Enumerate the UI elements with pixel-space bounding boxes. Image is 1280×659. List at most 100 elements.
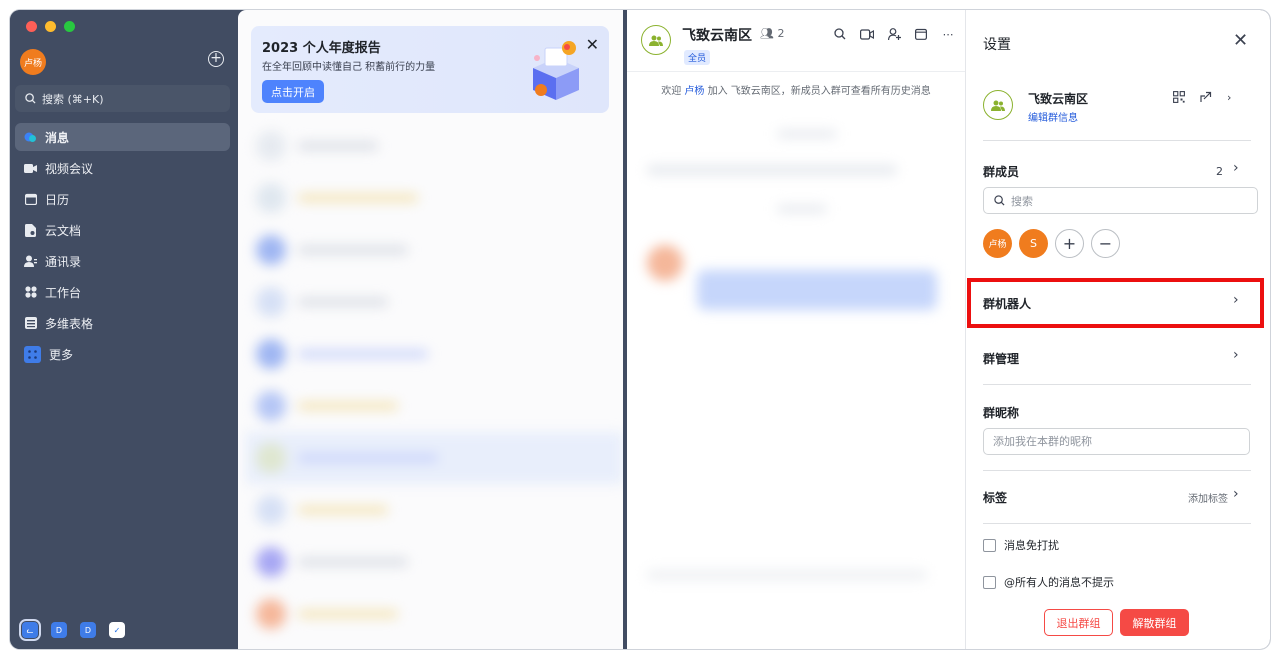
sidebar: 卢杨 + 搜索 (⌘+K) 消息 视频会议 日历 云文档 通讯录 工作台 多维表… xyxy=(10,10,238,649)
group-icon xyxy=(649,35,663,46)
sidebar-item-label: 通讯录 xyxy=(45,254,82,269)
sidebar-item-label: 视频会议 xyxy=(45,161,94,176)
divider xyxy=(983,140,1251,141)
sidebar-item-label: 更多 xyxy=(49,347,74,362)
app-window: 卢杨 + 搜索 (⌘+K) 消息 视频会议 日历 云文档 通讯录 工作台 多维表… xyxy=(10,10,1270,649)
search-input[interactable]: 搜索 (⌘+K) xyxy=(15,85,230,112)
close-settings-icon[interactable]: ✕ xyxy=(1233,30,1248,51)
add-member-button[interactable]: + xyxy=(1055,229,1084,258)
chat-list-panel: 2023 个人年度报告 在全年回顾中读懂自己 积蓄前行的力量 点击开启 ✕ xyxy=(238,10,623,649)
banner-title: 2023 个人年度报告 xyxy=(262,41,381,56)
annual-report-banner[interactable]: 2023 个人年度报告 在全年回顾中读懂自己 积蓄前行的力量 点击开启 ✕ xyxy=(251,26,609,113)
report-illustration-icon xyxy=(533,41,579,100)
nickname-label: 群昵称 xyxy=(983,406,1020,420)
banner-subtitle: 在全年回顾中读懂自己 积蓄前行的力量 xyxy=(262,62,436,73)
tags-label: 标签 xyxy=(983,491,1008,505)
bottom-app-bar: ᓚ D D ✓ xyxy=(19,619,125,641)
open-report-button[interactable]: 点击开启 xyxy=(262,80,324,103)
sidebar-item-workplace[interactable]: 工作台 xyxy=(15,278,230,306)
member-avatars: 卢杨 S + − xyxy=(983,229,1120,258)
maximize-window-button[interactable] xyxy=(64,21,75,32)
member-avatar[interactable]: 卢杨 xyxy=(983,229,1012,258)
system-message: 欢迎 卢杨 加入 飞致云南区，新成员入群可查看所有历史消息 xyxy=(661,86,931,97)
tags-chevron-icon[interactable]: › xyxy=(1233,486,1239,502)
contacts-icon xyxy=(24,255,37,268)
search-icon xyxy=(994,195,1005,206)
video-call-icon[interactable] xyxy=(860,27,874,41)
more-options-icon[interactable]: ⋯ xyxy=(941,27,955,41)
chat-panel: 飞致云南区 👥︎ 2 全员 ⋯ 欢迎 卢杨 加入 飞致云南区，新成员入群可查看所… xyxy=(627,10,965,649)
members-icon: 👥︎ xyxy=(760,27,774,40)
app-shortcut-mail-icon[interactable]: ✓ xyxy=(109,622,125,638)
chevron-right-icon[interactable]: › xyxy=(1227,91,1231,106)
all-members-tag: 全员 xyxy=(684,50,711,65)
sidebar-nav: 消息 视频会议 日历 云文档 通讯录 工作台 多维表格 更多 xyxy=(15,123,230,371)
chat-title: 飞致云南区 xyxy=(682,28,752,44)
search-chat-icon[interactable] xyxy=(833,27,847,41)
video-icon xyxy=(24,162,37,175)
chat-toolbar: ⋯ xyxy=(833,27,955,41)
add-tag-link[interactable]: 添加标签 xyxy=(1188,490,1228,505)
more-icon xyxy=(24,345,41,363)
at-all-label: @所有人的消息不提示 xyxy=(1004,576,1114,589)
search-placeholder: 搜索 (⌘+K) xyxy=(42,92,104,106)
mute-option[interactable]: 消息免打扰 xyxy=(983,537,1059,553)
minimize-window-button[interactable] xyxy=(45,21,56,32)
search-icon xyxy=(25,93,36,104)
mute-label: 消息免打扰 xyxy=(1004,539,1059,552)
sidebar-item-label: 多维表格 xyxy=(45,316,94,331)
member-count[interactable]: 👥︎ 2 xyxy=(760,27,784,40)
docs-icon xyxy=(24,223,37,237)
settings-title: 设置 xyxy=(983,37,1011,53)
app-shortcut-d2[interactable]: D xyxy=(80,622,96,638)
member-avatar[interactable]: S xyxy=(1019,229,1048,258)
nickname-input[interactable] xyxy=(983,428,1250,455)
sidebar-item-messages[interactable]: 消息 xyxy=(15,123,230,151)
calendar-event-icon[interactable] xyxy=(914,27,928,41)
add-icon[interactable]: + xyxy=(208,51,224,67)
group-avatar[interactable] xyxy=(641,25,671,55)
workplace-icon xyxy=(24,286,37,299)
sidebar-item-label: 消息 xyxy=(45,130,70,145)
sidebar-item-docs[interactable]: 云文档 xyxy=(15,216,230,244)
add-member-icon[interactable] xyxy=(887,27,901,41)
sidebar-item-contacts[interactable]: 通讯录 xyxy=(15,247,230,275)
sidebar-item-label: 工作台 xyxy=(45,285,82,300)
close-window-button[interactable] xyxy=(26,21,37,32)
at-all-checkbox[interactable] xyxy=(983,575,996,589)
edit-group-info-link[interactable]: 编辑群信息 xyxy=(1028,109,1078,124)
sidebar-item-bitable[interactable]: 多维表格 xyxy=(15,309,230,337)
sidebar-item-calendar[interactable]: 日历 xyxy=(15,185,230,213)
message-icon xyxy=(24,131,37,144)
member-search-input[interactable]: 搜索 xyxy=(983,187,1258,214)
dissolve-group-button[interactable]: 解散群组 xyxy=(1120,609,1189,636)
members-label: 群成员 xyxy=(983,165,1020,179)
group-actions: › xyxy=(1173,91,1231,106)
sidebar-item-more[interactable]: 更多 xyxy=(15,340,230,368)
group-icon xyxy=(991,100,1005,111)
app-shortcut-d1[interactable]: D xyxy=(51,622,67,638)
leave-group-button[interactable]: 退出群组 xyxy=(1044,609,1113,636)
group-name: 飞致云南区 xyxy=(1028,92,1089,106)
group-avatar-settings[interactable] xyxy=(983,90,1013,120)
manage-chevron-icon[interactable]: › xyxy=(1233,347,1239,363)
divider xyxy=(983,470,1251,471)
table-icon xyxy=(24,317,37,330)
remove-member-button[interactable]: − xyxy=(1091,229,1120,258)
share-icon[interactable] xyxy=(1200,91,1212,106)
sidebar-item-video[interactable]: 视频会议 xyxy=(15,154,230,182)
mute-checkbox[interactable] xyxy=(983,538,996,552)
members-chevron-icon[interactable]: › xyxy=(1233,160,1239,176)
member-search-placeholder: 搜索 xyxy=(1011,194,1033,208)
calendar-icon xyxy=(24,193,37,206)
at-all-option[interactable]: @所有人的消息不提示 xyxy=(983,574,1114,590)
highlight-box xyxy=(967,278,1264,328)
qr-code-icon[interactable] xyxy=(1173,91,1185,106)
app-shortcut-icon[interactable]: ᓚ xyxy=(19,619,41,641)
group-manage-label[interactable]: 群管理 xyxy=(983,350,1019,367)
divider xyxy=(983,384,1251,385)
settings-panel: 设置 ✕ 飞致云南区 编辑群信息 › 群成员 2 › 搜索 卢杨 S + − 群… xyxy=(965,10,1270,649)
sidebar-item-label: 日历 xyxy=(45,192,70,207)
user-avatar[interactable]: 卢杨 xyxy=(20,49,46,75)
mentioned-user-link[interactable]: 卢杨 xyxy=(684,86,704,97)
